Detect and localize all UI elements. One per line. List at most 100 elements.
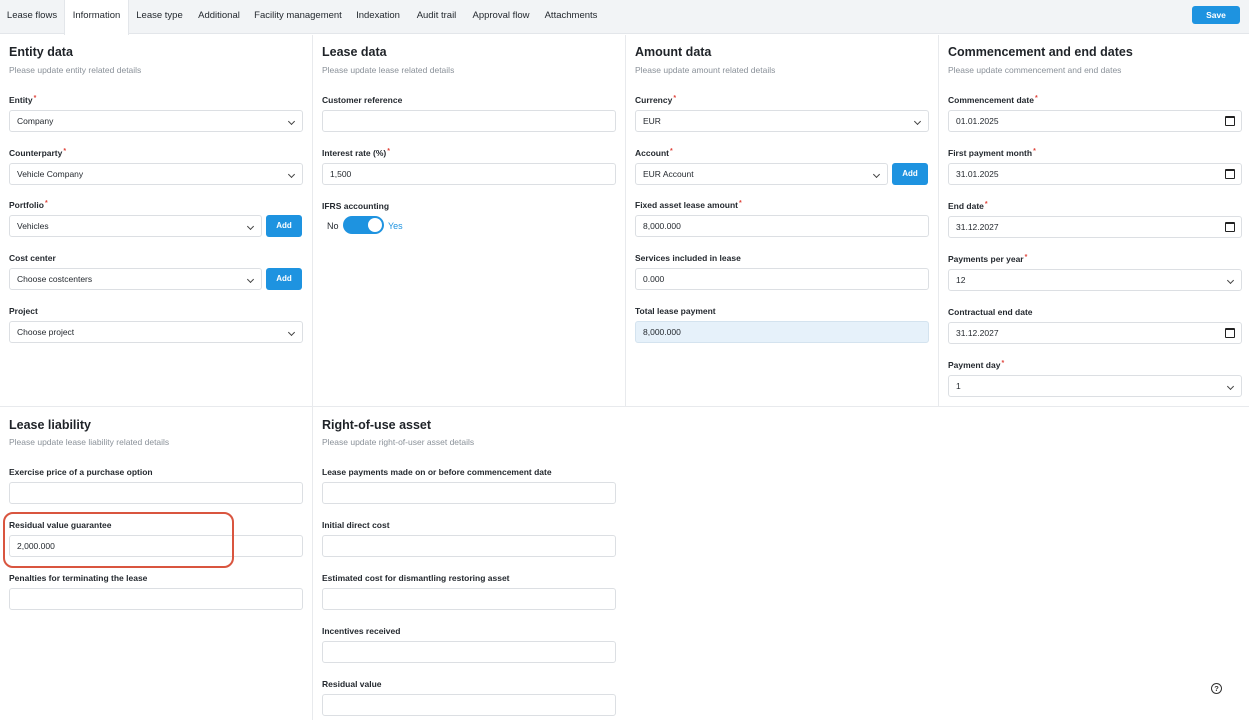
chevron-down-icon	[287, 117, 296, 126]
account-label: Account*	[635, 148, 673, 158]
add-portfolio-button[interactable]: Add	[266, 215, 302, 237]
help-icon[interactable]: ?	[1211, 683, 1222, 694]
currency-label: Currency*	[635, 95, 677, 105]
tab-approval-flow[interactable]: Approval flow	[465, 0, 537, 34]
tab-information[interactable]: Information	[64, 0, 129, 35]
dates-section-title: Commencement and end dates	[948, 45, 1133, 59]
chevron-down-icon	[1226, 382, 1235, 391]
lease-section-subtitle: Please update lease related details	[322, 65, 455, 75]
calendar-icon[interactable]	[1225, 222, 1235, 232]
column-divider	[312, 35, 313, 720]
exercise-price-input[interactable]	[9, 482, 303, 504]
dates-section-subtitle: Please update commencement and end dates	[948, 65, 1122, 75]
first-payment-month-input[interactable]: 31.01.2025	[948, 163, 1242, 185]
chevron-down-icon	[246, 275, 255, 284]
rou-section-subtitle: Please update right-of-user asset detail…	[322, 437, 475, 447]
payment-day-label: Payment day*	[948, 360, 1005, 370]
cost-center-select[interactable]: Choose costcenters	[9, 268, 262, 290]
exercise-price-label: Exercise price of a purchase option	[9, 467, 153, 477]
save-button[interactable]: Save	[1192, 6, 1240, 24]
residual-value-label: Residual value	[322, 679, 382, 689]
liability-section-subtitle: Please update lease liability related de…	[9, 437, 170, 447]
column-divider	[938, 35, 939, 407]
payments-per-year-select[interactable]: 12	[948, 269, 1242, 291]
initial-direct-cost-label: Initial direct cost	[322, 520, 390, 530]
total-lease-payment-label: Total lease payment	[635, 306, 716, 316]
currency-select[interactable]: EUR	[635, 110, 929, 132]
entity-section-title: Entity data	[9, 45, 73, 59]
residual-value-guarantee-label: Residual value guarantee	[9, 520, 112, 530]
services-included-input[interactable]: 0.000	[635, 268, 929, 290]
customer-reference-label: Customer reference	[322, 95, 403, 105]
incentives-received-label: Incentives received	[322, 626, 401, 636]
tab-indexation[interactable]: Indexation	[348, 0, 408, 34]
rou-section-title: Right-of-use asset	[322, 418, 432, 432]
liability-section-title: Lease liability	[9, 418, 91, 432]
contractual-end-date-label: Contractual end date	[948, 307, 1033, 317]
dismantling-cost-label: Estimated cost for dismantling restoring…	[322, 573, 510, 583]
fixed-asset-lease-amount-input[interactable]: 8,000.000	[635, 215, 929, 237]
tab-audit-trail[interactable]: Audit trail	[408, 0, 465, 34]
chevron-down-icon	[287, 170, 296, 179]
chevron-down-icon	[287, 328, 296, 337]
calendar-icon[interactable]	[1225, 116, 1235, 126]
total-lease-payment-value: 8,000.000	[635, 321, 929, 343]
first-payment-month-label: First payment month*	[948, 148, 1036, 158]
toggle-no-label: No	[327, 221, 339, 231]
amount-section-subtitle: Please update amount related details	[635, 65, 776, 75]
account-select[interactable]: EUR Account	[635, 163, 888, 185]
residual-value-guarantee-input[interactable]: 2,000.000	[9, 535, 303, 557]
tab-facility-management[interactable]: Facility management	[248, 0, 348, 34]
interest-rate-input[interactable]: 1,500	[322, 163, 616, 185]
toggle-knob	[368, 218, 382, 232]
payment-day-select[interactable]: 1	[948, 375, 1242, 397]
tab-bar: Lease flows Information Lease type Addit…	[0, 0, 1249, 35]
calendar-icon[interactable]	[1225, 169, 1235, 179]
amount-section-title: Amount data	[635, 45, 712, 59]
commencement-date-label: Commencement date*	[948, 95, 1038, 105]
dismantling-cost-input[interactable]	[322, 588, 616, 610]
row-divider	[0, 406, 1249, 407]
end-date-input[interactable]: 31.12.2027	[948, 216, 1242, 238]
payments-before-label: Lease payments made on or before commenc…	[322, 467, 552, 477]
tab-additional[interactable]: Additional	[190, 0, 248, 34]
tab-attachments[interactable]: Attachments	[537, 0, 605, 34]
lease-section-title: Lease data	[322, 45, 387, 59]
counterparty-select[interactable]: Vehicle Company	[9, 163, 303, 185]
column-divider	[625, 35, 626, 407]
customer-reference-input[interactable]	[322, 110, 616, 132]
payments-per-year-label: Payments per year*	[948, 254, 1028, 264]
commencement-date-input[interactable]: 01.01.2025	[948, 110, 1242, 132]
tab-lease-flows[interactable]: Lease flows	[0, 0, 64, 34]
penalties-input[interactable]	[9, 588, 303, 610]
incentives-received-input[interactable]	[322, 641, 616, 663]
tab-lease-type[interactable]: Lease type	[129, 0, 190, 34]
entity-label: Entity*	[9, 95, 37, 105]
contractual-end-date-input[interactable]: 31.12.2027	[948, 322, 1242, 344]
portfolio-label: Portfolio*	[9, 200, 48, 210]
penalties-label: Penalties for terminating the lease	[9, 573, 148, 583]
entity-select[interactable]: Company	[9, 110, 303, 132]
payments-before-input[interactable]	[322, 482, 616, 504]
chevron-down-icon	[913, 117, 922, 126]
project-select[interactable]: Choose project	[9, 321, 303, 343]
residual-value-input[interactable]	[322, 694, 616, 716]
ifrs-accounting-toggle[interactable]	[343, 216, 384, 234]
ifrs-accounting-label: IFRS accounting	[322, 201, 390, 211]
add-cost-center-button[interactable]: Add	[266, 268, 302, 290]
toggle-yes-label: Yes	[388, 221, 403, 231]
cost-center-label: Cost center	[9, 253, 56, 263]
fixed-asset-lease-amount-label: Fixed asset lease amount*	[635, 200, 742, 210]
calendar-icon[interactable]	[1225, 328, 1235, 338]
portfolio-select[interactable]: Vehicles	[9, 215, 262, 237]
services-included-label: Services included in lease	[635, 253, 741, 263]
chevron-down-icon	[1226, 276, 1235, 285]
initial-direct-cost-input[interactable]	[322, 535, 616, 557]
entity-section-subtitle: Please update entity related details	[9, 65, 142, 75]
project-label: Project	[9, 306, 38, 316]
add-account-button[interactable]: Add	[892, 163, 928, 185]
chevron-down-icon	[246, 222, 255, 231]
chevron-down-icon	[872, 170, 881, 179]
counterparty-label: Counterparty*	[9, 148, 67, 158]
end-date-label: End date*	[948, 201, 988, 211]
